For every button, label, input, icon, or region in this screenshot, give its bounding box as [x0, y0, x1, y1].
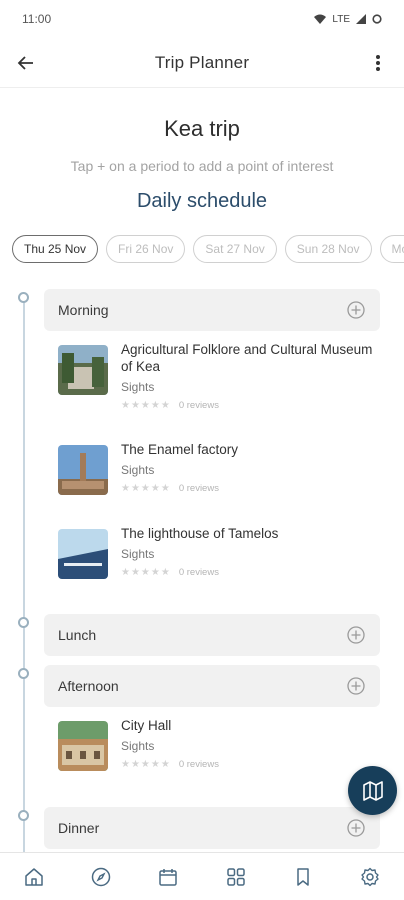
poi-reviews: 0 reviews — [178, 759, 219, 770]
poi-item[interactable]: The Enamel factory Sights ★★★★★ 0 reviews — [58, 441, 378, 495]
status-time: 11:00 — [22, 12, 52, 26]
poi-item[interactable]: City Hall Sights ★★★★★ 0 reviews — [58, 717, 378, 771]
nav-settings[interactable] — [350, 857, 390, 897]
nav-calendar[interactable] — [148, 857, 188, 897]
signal-icon — [356, 14, 366, 24]
network-label: LTE — [332, 13, 350, 25]
timeline-dot — [18, 292, 29, 303]
status-icons: LTE — [314, 14, 382, 25]
compass-icon — [91, 867, 111, 886]
more-vertical-icon[interactable] — [366, 51, 390, 75]
plus-circle-icon[interactable] — [346, 818, 366, 838]
poi-reviews: 0 reviews — [178, 567, 219, 578]
settings-icon — [361, 867, 379, 886]
star-rating-icon: ★★★★★ — [121, 759, 171, 770]
poi-thumbnail — [58, 529, 108, 579]
star-rating-icon: ★★★★★ — [121, 567, 171, 578]
period-label: Morning — [58, 302, 109, 318]
schedule-title: Daily schedule — [136, 190, 268, 212]
arrow-left-icon[interactable] — [14, 51, 38, 75]
date-chip[interactable]: Thu 25 Nov — [12, 235, 99, 263]
date-chip[interactable]: Sun 28 Nov — [284, 235, 372, 263]
calendar-icon — [159, 868, 178, 886]
plus-circle-icon[interactable] — [346, 625, 366, 645]
period-afternoon[interactable]: Afternoon — [44, 665, 380, 707]
bookmark-icon — [297, 867, 309, 886]
period-dinner[interactable]: Dinner — [44, 807, 380, 849]
poi-name: The Enamel factory — [121, 442, 239, 457]
poi-name: City Hall — [121, 718, 172, 733]
poi-thumbnail — [58, 345, 108, 395]
timeline-dot — [18, 668, 29, 679]
period-label: Lunch — [58, 627, 97, 643]
poi-thumbnail — [58, 445, 108, 495]
bottom-nav — [0, 852, 404, 900]
page-title: Trip Planner — [154, 52, 250, 72]
poi-category: Sights — [121, 739, 155, 753]
poi-reviews: 0 reviews — [178, 400, 219, 411]
poi-rating: ★★★★★ 0 reviews — [121, 567, 278, 578]
poi-item[interactable]: Agricultural Folklore and Cultural Museu… — [58, 341, 378, 411]
home-icon — [24, 867, 43, 886]
poi-thumbnail — [58, 721, 108, 771]
map-icon — [362, 780, 383, 801]
date-selector: Thu 25 Nov Fri 26 Nov Sat 27 Nov Sun 28 … — [0, 235, 404, 263]
poi-reviews: 0 reviews — [178, 483, 219, 494]
poi-category: Sights — [121, 547, 155, 561]
nav-bookmarks[interactable] — [283, 857, 323, 897]
poi-category: Sights — [121, 463, 155, 477]
period-label: Afternoon — [58, 678, 119, 694]
star-rating-icon: ★★★★★ — [121, 483, 171, 494]
battery-icon — [372, 14, 382, 24]
timeline-dot — [18, 810, 29, 821]
trip-name: Kea trip — [164, 116, 240, 141]
nav-categories[interactable] — [216, 857, 256, 897]
poi-rating: ★★★★★ 0 reviews — [121, 759, 219, 770]
date-chip[interactable]: Mo — [379, 235, 404, 263]
wifi-icon — [314, 14, 327, 24]
nav-home[interactable] — [14, 857, 54, 897]
map-button[interactable] — [348, 766, 397, 815]
poi-item[interactable]: The lighthouse of Tamelos Sights ★★★★★ 0 … — [58, 525, 378, 579]
add-poi-hint: Tap + on a period to add a point of inte… — [70, 158, 334, 174]
period-lunch[interactable]: Lunch — [44, 614, 380, 656]
poi-category: Sights — [121, 380, 155, 394]
date-chip[interactable]: Sat 27 Nov — [193, 235, 277, 263]
status-bar: 11:00 LTE — [0, 0, 404, 38]
nav-explore[interactable] — [81, 857, 121, 897]
grid-icon — [226, 867, 245, 886]
date-chip[interactable]: Fri 26 Nov — [106, 235, 186, 263]
poi-name: The lighthouse of Tamelos — [121, 526, 279, 541]
timeline-line — [23, 295, 25, 855]
poi-rating: ★★★★★ 0 reviews — [121, 400, 378, 411]
plus-circle-icon[interactable] — [346, 300, 366, 320]
plus-circle-icon[interactable] — [346, 676, 366, 696]
period-morning[interactable]: Morning — [44, 289, 380, 331]
poi-name: Agricultural Folklore and Cultural Museu… — [121, 342, 373, 374]
poi-rating: ★★★★★ 0 reviews — [121, 483, 238, 494]
timeline-dot — [18, 617, 29, 628]
star-rating-icon: ★★★★★ — [121, 400, 171, 411]
period-label: Dinner — [58, 820, 100, 836]
app-bar: Trip Planner — [0, 38, 404, 88]
